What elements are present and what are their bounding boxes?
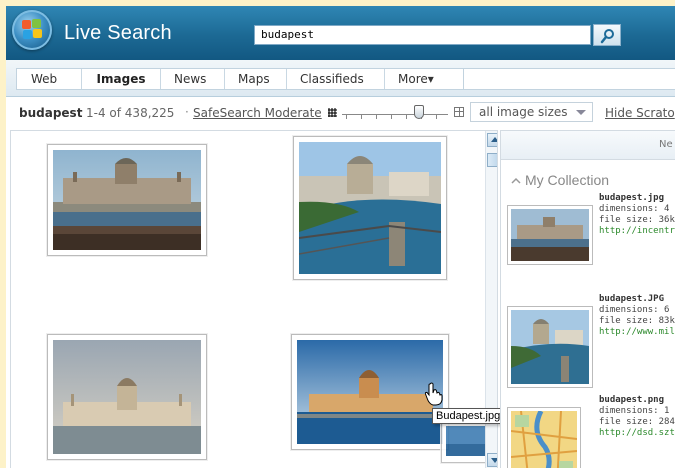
slider-handle[interactable] — [414, 105, 424, 119]
item-url[interactable]: http://incentra — [599, 226, 675, 237]
nav-tabs: Web Images News Maps Classifieds More▾ — [16, 68, 464, 90]
safesearch-link[interactable]: SafeSearch Moderate — [193, 106, 322, 120]
scratchpad-panel: Ne My Collection budapest.jpg dimensions… — [500, 130, 675, 468]
tab-web[interactable]: Web — [17, 69, 82, 89]
tab-images[interactable]: Images — [82, 69, 161, 89]
panel-header: Ne — [501, 131, 675, 160]
result-count: 1-4 of 438,225 — [86, 106, 175, 120]
scroll-thumb[interactable] — [487, 153, 497, 167]
result-image — [53, 340, 201, 454]
panel-header-text[interactable]: Ne — [659, 139, 673, 150]
search-input[interactable]: budapest — [254, 25, 591, 45]
collection-title: My Collection — [525, 172, 610, 188]
tab-news[interactable]: News — [161, 69, 225, 89]
thumbnail-size-slider[interactable] — [342, 114, 448, 115]
large-grid-icon[interactable] — [454, 107, 464, 117]
nav-bar: Web Images News Maps Classifieds More▾ — [6, 60, 675, 97]
collection-thumbnail[interactable] — [507, 407, 581, 468]
item-dimensions: dimensions: 4 — [599, 204, 670, 214]
collection-item-meta: budapest.jpg dimensions: 4 file size: 36… — [599, 193, 675, 237]
item-filesize: file size: 36kB — [599, 215, 675, 225]
item-url[interactable]: http://www.mil — [599, 327, 675, 338]
windows-flag-icon[interactable] — [12, 10, 52, 50]
result-thumbnail[interactable] — [47, 144, 207, 256]
nav-spacer — [464, 68, 675, 90]
tab-more[interactable]: More▾ — [385, 69, 457, 89]
hide-scratchpad-link[interactable]: Hide Scrato — [605, 106, 675, 120]
filename-tooltip: Budapest.jpg — [432, 408, 505, 424]
brand-title[interactable]: Live Search — [64, 22, 172, 45]
dropdown-arrow-icon — [576, 110, 586, 115]
result-image — [53, 150, 201, 250]
item-filename: budapest.JPG — [599, 294, 665, 304]
tab-maps[interactable]: Maps — [225, 69, 287, 89]
image-size-value: all image sizes — [479, 105, 568, 119]
collection-thumbnail[interactable] — [507, 205, 593, 265]
result-image — [297, 340, 443, 444]
tab-classifieds[interactable]: Classifieds — [287, 69, 385, 89]
result-image — [299, 142, 441, 274]
item-filename: budapest.png — [599, 395, 665, 405]
collection-toggle[interactable]: My Collection — [511, 172, 609, 188]
item-filename: budapest.jpg — [599, 193, 665, 203]
item-filesize: file size: 83kB — [599, 316, 675, 326]
collection-thumbnail[interactable] — [507, 306, 593, 388]
item-dimensions: dimensions: 6 — [599, 305, 670, 315]
small-grid-icon[interactable] — [328, 108, 337, 117]
scroll-down-button[interactable] — [487, 453, 497, 467]
image-results — [10, 130, 498, 468]
hand-cursor-icon — [424, 382, 443, 406]
collection-item-meta: budapest.JPG dimensions: 6 file size: 83… — [599, 294, 675, 338]
item-filesize: file size: 284k — [599, 417, 675, 427]
header-bar: Live Search budapest — [6, 6, 675, 60]
magnifier-icon — [600, 29, 614, 44]
scroll-up-button[interactable] — [487, 133, 497, 147]
browser-window: Live Search budapest Web Images News Map… — [6, 6, 675, 468]
query-label: budapest — [19, 106, 83, 120]
chevron-up-icon — [511, 172, 521, 188]
item-dimensions: dimensions: 1 — [599, 406, 670, 416]
image-size-select[interactable]: all image sizes — [470, 102, 593, 122]
results-toolbar: budapest 1-4 of 438,225 · SafeSearch Mod… — [6, 102, 675, 124]
result-thumbnail[interactable] — [47, 334, 207, 460]
item-url[interactable]: http://dsd.szta — [599, 428, 675, 439]
search-button[interactable] — [593, 24, 621, 46]
result-thumbnail[interactable] — [293, 136, 447, 280]
separator: · — [185, 105, 189, 119]
collection-item-meta: budapest.png dimensions: 1 file size: 28… — [599, 395, 675, 439]
